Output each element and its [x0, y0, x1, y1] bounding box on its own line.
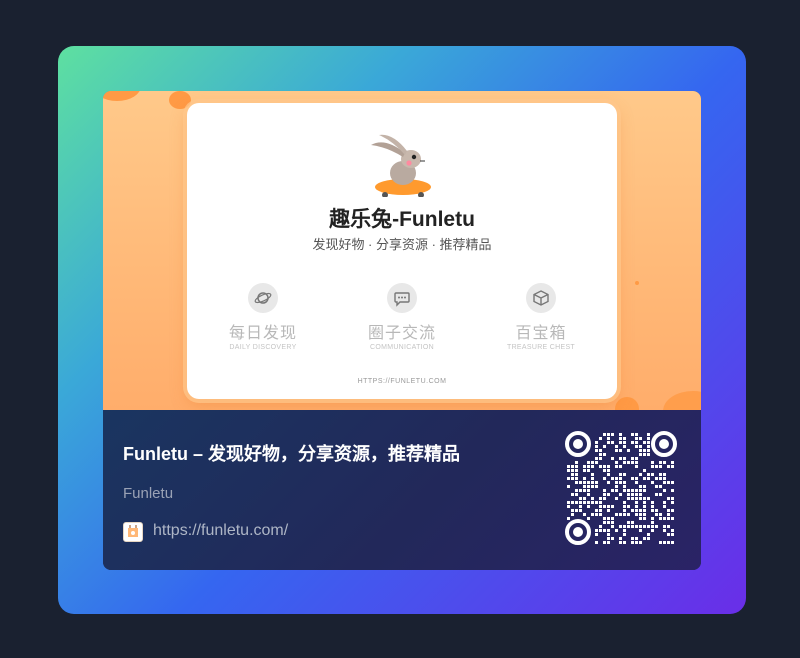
feature-daily-discovery: 每日发现 DAILY DISCOVERY: [193, 283, 333, 351]
feature-subtitle: DAILY DISCOVERY: [229, 344, 297, 351]
card-site-name: Funletu: [123, 485, 174, 502]
planet-icon: [248, 283, 278, 313]
preview-site-title: 趣乐兔-Funletu: [329, 208, 475, 231]
feature-subtitle: TREASURE CHEST: [507, 344, 575, 351]
card-url-link[interactable]: https://funletu.com/: [153, 522, 288, 540]
decor-blob: [663, 391, 701, 410]
decor-blob: [169, 91, 191, 109]
decor-dot: [635, 281, 639, 285]
feature-title: 圈子交流: [367, 325, 436, 342]
preview-url: HTTPS://FUNLETU.COM: [357, 378, 447, 385]
decor-blob: [615, 397, 639, 410]
chat-bubble-icon: [387, 283, 417, 313]
feature-communication: 圈子交流 COMMUNICATION: [332, 283, 472, 351]
card-info: Funletu – 发现好物，分享资源，推荐精品 Funletu https:/…: [103, 410, 701, 570]
decor-blob: [103, 91, 141, 101]
feature-subtitle: COMMUNICATION: [369, 344, 435, 351]
feature-title: 每日发现: [228, 325, 297, 342]
qr-code-icon: [565, 431, 677, 545]
card-title[interactable]: Funletu – 发现好物，分享资源，推荐精品: [123, 440, 543, 466]
feature-treasure-chest: 百宝箱 TREASURE CHEST: [471, 283, 611, 351]
box-icon: [526, 283, 556, 313]
favicon-icon: [123, 522, 143, 542]
preview-tagline: 发现好物 · 分享资源 · 推荐精品: [312, 237, 492, 252]
feature-title: 百宝箱: [515, 325, 567, 342]
preview-inner-card: 趣乐兔-Funletu 发现好物 · 分享资源 · 推荐精品 每日发现 DAIL…: [187, 103, 617, 399]
preview-image: 趣乐兔-Funletu 发现好物 · 分享资源 · 推荐精品 每日发现 DAIL…: [103, 91, 701, 410]
rabbit-logo-icon: [371, 134, 431, 197]
link-preview-card[interactable]: 趣乐兔-Funletu 发现好物 · 分享资源 · 推荐精品 每日发现 DAIL…: [103, 91, 701, 570]
